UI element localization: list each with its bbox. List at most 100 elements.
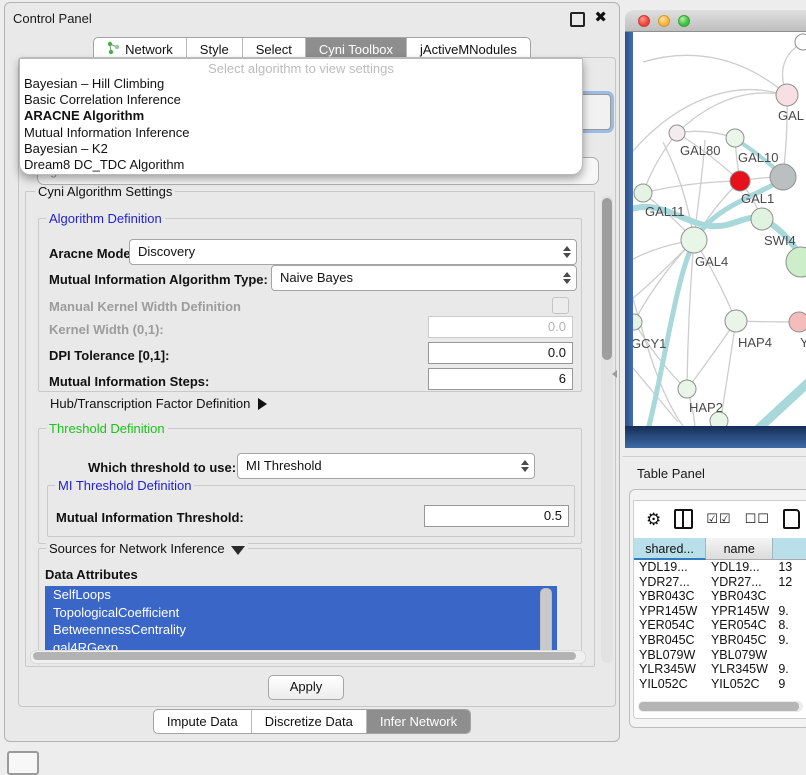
- network-node-swi4[interactable]: [751, 208, 773, 230]
- mi-threshold-group-title: MI Threshold Definition: [55, 478, 194, 493]
- mi-steps-field[interactable]: 6: [428, 368, 573, 390]
- table-panel-title: Table Panel: [637, 466, 705, 481]
- dropdown-item[interactable]: Bayesian – Hill Climbing: [20, 76, 582, 92]
- network-view-window: GAL GAL80 GAL10 GAL1 GAL11 SWI4 GAL4 GCY…: [625, 10, 806, 448]
- float-panel-icon[interactable]: [570, 12, 585, 27]
- node-label: Y: [800, 335, 806, 350]
- network-node-gal1[interactable]: [730, 171, 750, 191]
- window-close-button[interactable]: [638, 15, 650, 27]
- network-node-salmon[interactable]: [789, 312, 806, 332]
- node-label: HAP4: [738, 335, 772, 350]
- close-panel-icon[interactable]: ✖: [594, 8, 607, 26]
- mi-algorithm-type-combobox[interactable]: Naive Bayes: [271, 265, 577, 291]
- split-columns-icon[interactable]: [674, 509, 693, 529]
- select-all-checkboxes-icon[interactable]: ☑☑: [706, 511, 731, 527]
- network-node-gal80[interactable]: [669, 125, 685, 141]
- list-item-selected[interactable]: SelfLoops: [45, 586, 557, 604]
- dropdown-item-selected[interactable]: ARACNE Algorithm: [20, 108, 582, 124]
- column-header-name[interactable]: name: [706, 538, 773, 560]
- cyni-algorithm-settings-group: Cyni Algorithm Settings Algorithm Defini…: [25, 191, 595, 667]
- network-window-frame: [625, 32, 633, 448]
- mi-type-label: Mutual Information Algorithm Type:: [49, 272, 268, 287]
- panel-title: Control Panel: [13, 11, 92, 26]
- data-attributes-list: SelfLoops TopologicalCoefficient Between…: [45, 586, 557, 656]
- algorithm-dropdown-popup: Select algorithm to view settings Bayesi…: [19, 58, 583, 175]
- column-header-shared-name[interactable]: shared...: [634, 538, 706, 560]
- node-label: HAP2: [689, 400, 723, 415]
- table-row[interactable]: YBR043C YBR043C: [634, 589, 806, 604]
- threshold-definition-title: Threshold Definition: [46, 421, 168, 436]
- spinner-arrows-icon: [563, 266, 571, 290]
- network-canvas[interactable]: GAL GAL80 GAL10 GAL1 GAL11 SWI4 GAL4 GCY…: [633, 32, 806, 426]
- file-icon[interactable]: [783, 509, 800, 529]
- table-row[interactable]: YBL079W YBL079W: [634, 648, 806, 663]
- apply-button[interactable]: Apply: [268, 675, 344, 700]
- node-label: GAL1: [741, 191, 774, 206]
- list-item-selected[interactable]: BetweennessCentrality: [45, 621, 557, 639]
- spinner-arrows-icon: [563, 240, 571, 264]
- expand-right-arrow-icon: [258, 398, 267, 410]
- settings-vertical-scrollbar[interactable]: [601, 195, 613, 663]
- column-header[interactable]: [773, 538, 806, 560]
- node-label: SWI4: [764, 233, 796, 248]
- aracne-mode-combobox[interactable]: Discovery: [129, 239, 577, 265]
- which-threshold-label: Which threshold to use:: [88, 460, 236, 475]
- settings-group-title: Cyni Algorithm Settings: [35, 184, 175, 199]
- network-node-gal10[interactable]: [726, 129, 744, 147]
- tab-infer-network[interactable]: Infer Network: [366, 710, 470, 733]
- node-label: GAL80: [680, 143, 720, 158]
- settings-horizontal-scrollbar[interactable]: [30, 650, 586, 664]
- dropdown-item[interactable]: Basic Correlation Inference: [20, 92, 582, 108]
- table-horizontal-scrollbar[interactable]: [638, 701, 803, 712]
- network-node-hap2[interactable]: [678, 380, 696, 398]
- table-header: shared... name: [634, 538, 806, 560]
- panel-divider: [622, 456, 806, 457]
- network-node-gcy1[interactable]: [633, 314, 642, 330]
- window-zoom-button[interactable]: [678, 15, 690, 27]
- manual-kernel-width-label: Manual Kernel Width Definition: [49, 299, 241, 314]
- table-row[interactable]: YER054C YER054C 8.: [634, 618, 806, 633]
- dpi-tolerance-field[interactable]: 0.0: [428, 342, 573, 364]
- control-panel: Control Panel ✖ Network Style Select Cyn…: [4, 2, 620, 742]
- node-label: GAL4: [695, 254, 728, 269]
- minimized-panel-icon[interactable]: [7, 751, 39, 775]
- list-item-selected[interactable]: TopologicalCoefficient: [45, 604, 557, 622]
- gear-icon[interactable]: ⚙: [646, 511, 661, 528]
- network-node-gal4[interactable]: [681, 227, 707, 253]
- node-label: GAL: [778, 108, 804, 123]
- dropdown-item[interactable]: Mutual Information Inference: [20, 125, 582, 141]
- network-window-frame-bottom: [625, 426, 806, 448]
- network-node[interactable]: [795, 34, 806, 50]
- table-row[interactable]: YDR27... YDR27... 12: [634, 575, 806, 590]
- table-row[interactable]: YDL19... YDL19... 13: [634, 560, 806, 575]
- kernel-width-field[interactable]: 0.0: [428, 316, 573, 338]
- table-row[interactable]: YPR145W YPR145W 9.: [634, 604, 806, 619]
- data-attributes-label: Data Attributes: [45, 567, 138, 582]
- network-node-gray[interactable]: [770, 164, 796, 190]
- hub-definition-expander[interactable]: Hub/Transcription Factor Definition: [50, 396, 267, 411]
- dropdown-item[interactable]: Dream8 DC_TDC Algorithm: [20, 157, 582, 173]
- list-scrollbar[interactable]: [540, 588, 552, 656]
- table-row[interactable]: YBR045C YBR045C 9.: [634, 633, 806, 648]
- table-row[interactable]: YIL052C YIL052C 9: [634, 677, 806, 692]
- deselect-all-checkboxes-icon[interactable]: ☐☐: [745, 511, 770, 527]
- tab-impute-data[interactable]: Impute Data: [154, 710, 251, 733]
- aracne-mode-label: Aracne Mode:: [49, 246, 135, 261]
- network-window-titlebar[interactable]: [625, 10, 806, 32]
- network-node-gal[interactable]: [776, 84, 798, 106]
- mi-threshold-field[interactable]: 0.5: [424, 505, 569, 527]
- split-divider-handle-icon[interactable]: [612, 370, 617, 378]
- table-row[interactable]: YLR345W YLR345W 9.: [634, 662, 806, 677]
- table-panel-body: ⚙ ☑☑ ☐☐ shared... name YDL19... YDL19...…: [633, 500, 806, 719]
- window-minimize-button[interactable]: [658, 15, 670, 27]
- network-node-hap4[interactable]: [725, 310, 747, 332]
- mi-threshold-label: Mutual Information Threshold:: [56, 510, 244, 525]
- node-label: GAL11: [645, 204, 685, 219]
- which-threshold-combobox[interactable]: MI Threshold: [237, 453, 535, 479]
- dropdown-hint: Select algorithm to view settings: [20, 61, 582, 76]
- network-node-gal11[interactable]: [634, 184, 652, 202]
- manual-kernel-width-checkbox[interactable]: [552, 297, 569, 314]
- dropdown-item[interactable]: Bayesian – K2: [20, 141, 582, 157]
- network-node-green[interactable]: [786, 247, 806, 277]
- tab-discretize-data[interactable]: Discretize Data: [251, 710, 366, 733]
